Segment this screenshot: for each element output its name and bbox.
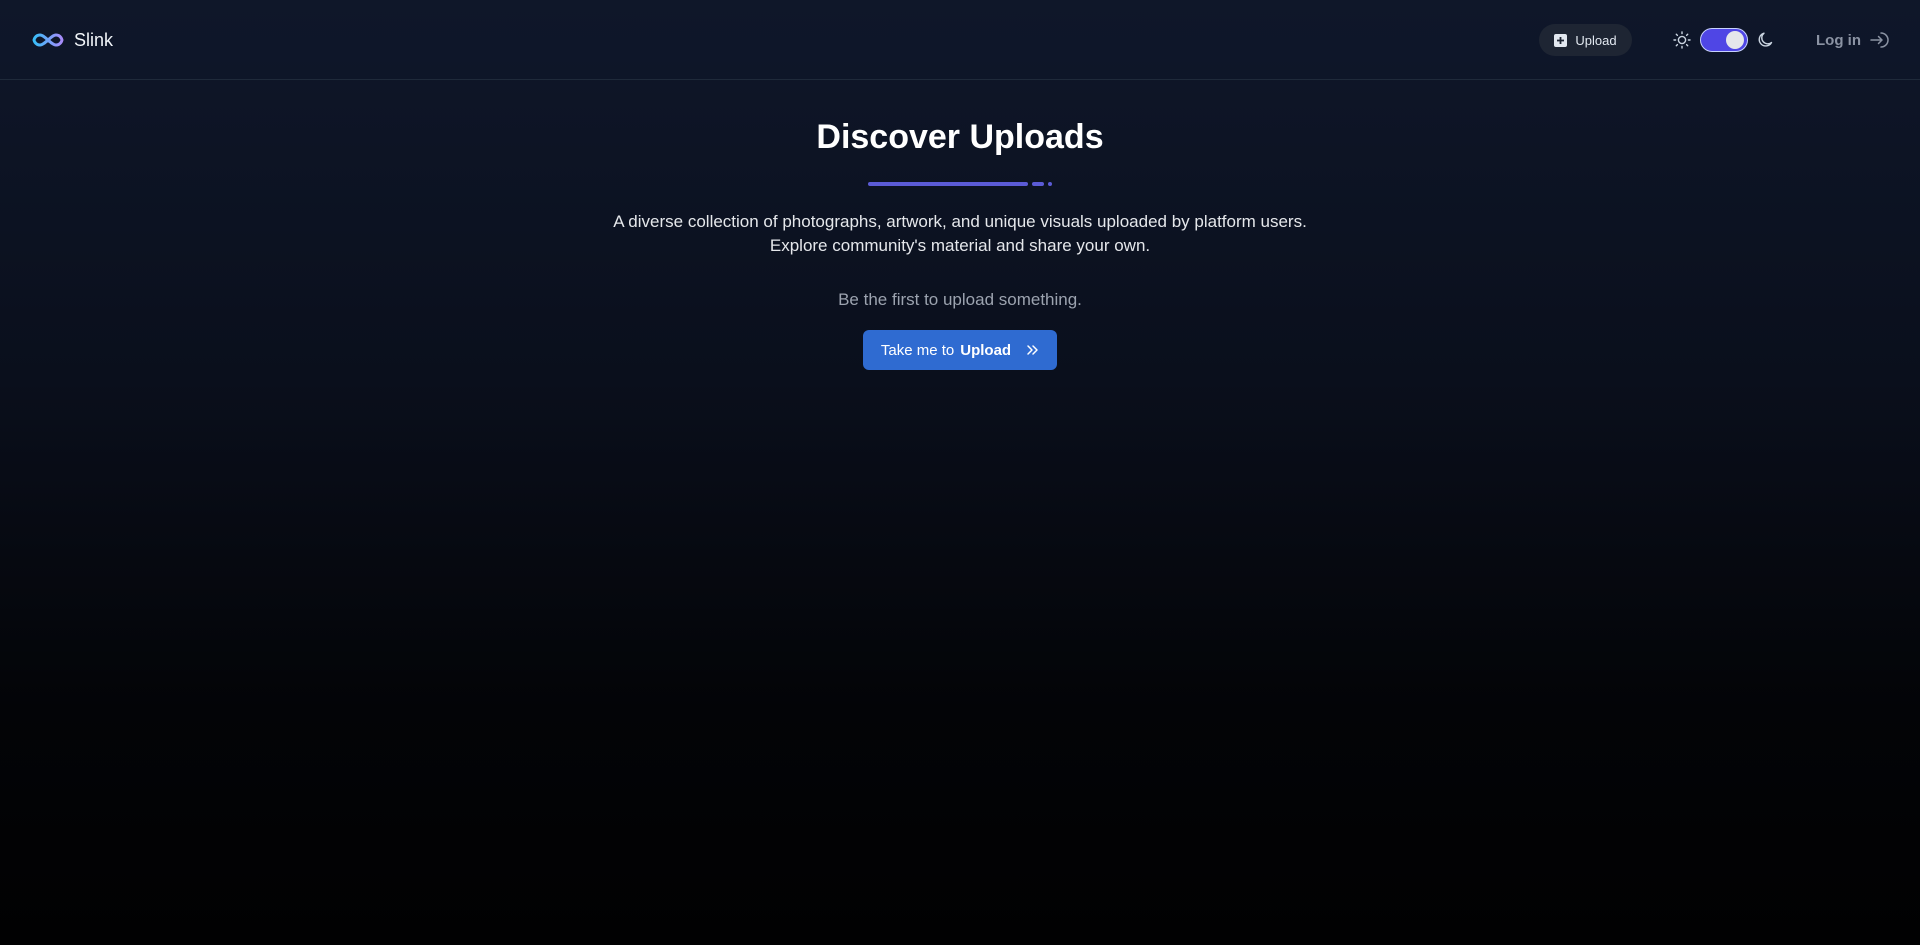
cta-prefix: Take me to: [880, 341, 955, 359]
page-title: Discover Uploads: [816, 118, 1104, 156]
sun-icon: [1673, 31, 1691, 49]
infinity-logo-icon: [32, 33, 64, 47]
login-label: Log in: [1816, 31, 1861, 49]
log-in-arrow-icon: [1870, 32, 1889, 48]
take-me-to-upload-button[interactable]: Take me to Upload: [863, 330, 1057, 370]
page-description: A diverse collection of photographs, art…: [613, 212, 1307, 255]
title-accent-divider: [868, 182, 1052, 186]
moon-icon: [1758, 32, 1773, 47]
brand-name: Slink: [74, 29, 114, 50]
theme-toggle[interactable]: [1700, 28, 1748, 52]
empty-state-hint: Be the first to upload something.: [838, 290, 1082, 309]
login-link[interactable]: Log in: [1816, 28, 1889, 52]
top-navbar: Slink Upload Log in: [0, 0, 1920, 80]
chevrons-right-icon: [1027, 345, 1038, 355]
upload-button-label: Upload: [1575, 32, 1617, 48]
cta-bold: Upload: [960, 341, 1012, 359]
theme-toggle-knob: [1726, 31, 1744, 49]
plus-square-icon: [1554, 33, 1568, 47]
upload-button[interactable]: Upload: [1539, 24, 1632, 56]
brand-link[interactable]: Slink: [32, 26, 113, 54]
